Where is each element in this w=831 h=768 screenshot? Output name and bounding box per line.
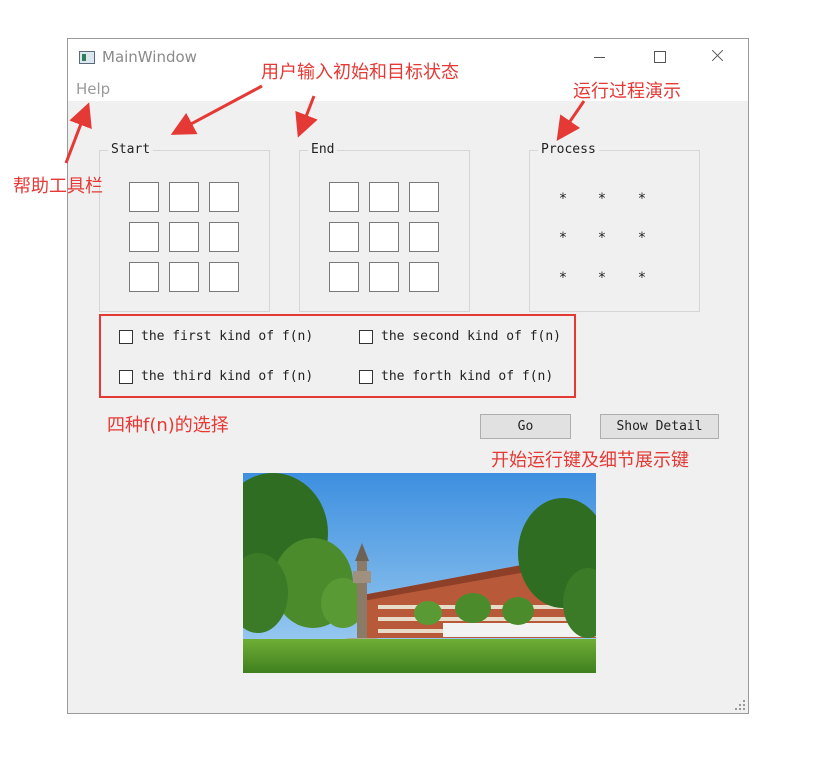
annotation-arrows (64, 84, 586, 164)
annotation-input-states: 用户输入初始和目标状态 (261, 62, 459, 83)
annotation-run-detail: 开始运行键及细节展示键 (491, 450, 689, 471)
annotation-fn-choice: 四种f(n)的选择 (107, 415, 229, 436)
annotation-help-toolbar: 帮助工具栏 (13, 176, 103, 197)
annotation-process-demo: 运行过程演示 (573, 81, 681, 102)
